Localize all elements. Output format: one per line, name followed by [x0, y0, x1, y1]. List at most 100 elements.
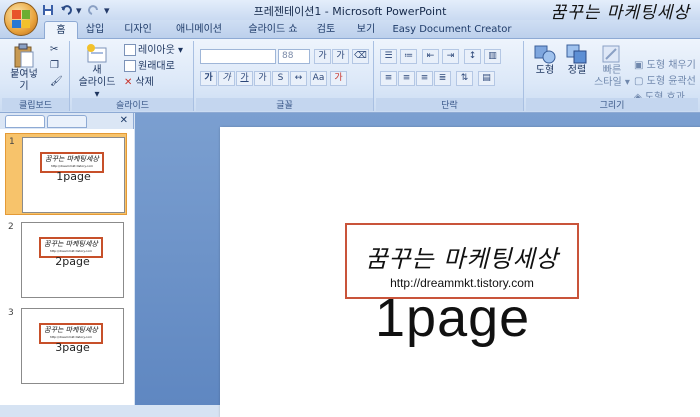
thumbnail-2[interactable]: 2 꿈꾸는 마케팅세상 http://dreammkt.tistory.com … [5, 219, 127, 301]
slides-group-label: 슬라이드 [72, 98, 193, 111]
strikethrough-icon[interactable]: 가 [254, 71, 271, 86]
font-group: 88 가 가 ⌫ 가 가 가 가 S ↔ Aa 가 글꼴 [196, 41, 374, 111]
font-color-icon[interactable]: 가 [330, 71, 347, 86]
new-slide-button[interactable]: 새 슬라이드 ▾ [76, 43, 118, 101]
shapes-button[interactable]: 도형 [530, 43, 560, 77]
shadow-icon[interactable]: S [272, 71, 289, 86]
tab-easy-document-creator[interactable]: Easy Document Creator [392, 21, 512, 39]
shape-outline-icon: ▢ [634, 76, 647, 87]
delete-button[interactable]: ✕ 삭제 [124, 76, 154, 90]
shapes-icon [533, 43, 557, 65]
reset-button[interactable]: 원래대로 [124, 60, 175, 74]
close-icon[interactable]: ✕ [120, 115, 128, 126]
thumbnail-brand-name: 꿈꾸는 마케팅세상 [45, 155, 99, 163]
ribbon-tabs: 홈 삽입 디자인 애니메이션 슬라이드 쇼 검토 보기 Easy Documen… [0, 20, 700, 39]
arrange-button[interactable]: 정렬 [562, 43, 592, 77]
quick-styles-button[interactable]: 빠른 스타일 ▾ [594, 43, 630, 89]
shape-fill-button[interactable]: ▣ 도형 채우기 [634, 59, 696, 73]
clipboard-group-label: 클립보드 [2, 98, 69, 111]
underline-icon[interactable]: 가 [236, 71, 253, 86]
shape-outline-button[interactable]: ▢ 도형 윤곽선 [634, 75, 696, 89]
font-group-label: 글꼴 [196, 98, 373, 111]
thumbnail-number: 2 [8, 222, 14, 232]
paste-button[interactable]: 붙여넣기 [6, 43, 42, 93]
slides-tab-icon[interactable] [5, 115, 45, 128]
align-center-icon[interactable]: ≡ [398, 71, 415, 86]
tab-view[interactable]: 보기 [352, 21, 380, 39]
thumbnail-brand-url: http://dreammkt.tistory.com [49, 249, 93, 253]
align-right-icon[interactable]: ≡ [416, 71, 433, 86]
layout-icon [124, 44, 136, 56]
decrease-indent-icon[interactable]: ⇤ [422, 49, 439, 64]
office-button[interactable] [4, 2, 38, 36]
line-spacing-icon[interactable]: ↕ [464, 49, 481, 64]
format-painter-icon[interactable]: 🖌 [50, 75, 63, 89]
thumbnail-slide: 꿈꾸는 마케팅세상 http://dreammkt.tistory.com 2p… [21, 222, 124, 298]
shape-fill-icon: ▣ [634, 60, 647, 71]
clipboard-group: 붙여넣기 ✂ ❐ 🖌 클립보드 [2, 41, 70, 111]
slide-editing-area: 꿈꾸는 마케팅세상 http://dreammkt.tistory.com 1p… [135, 113, 700, 417]
ribbon: 붙여넣기 ✂ ❐ 🖌 클립보드 새 슬라이드 ▾ 레이아웃 ▾ 원래대로 ✕ 삭제… [0, 39, 700, 113]
drawing-group: 도형 정렬 빠른 스타일 ▾ ▣ 도형 채우기 ▢ 도형 윤곽선 ◈ 도형 효과… [526, 41, 698, 111]
font-size-combo[interactable]: 88 [278, 49, 310, 64]
thumbnail-number: 1 [9, 137, 15, 147]
slides-group: 새 슬라이드 ▾ 레이아웃 ▾ 원래대로 ✕ 삭제 슬라이드 [72, 41, 194, 111]
tab-slideshow[interactable]: 슬라이드 쇼 [240, 21, 306, 39]
quick-styles-icon [600, 43, 624, 65]
paragraph-group-label: 단락 [376, 98, 523, 111]
font-name-combo[interactable] [200, 49, 276, 64]
paste-label: 붙여넣기 [10, 69, 38, 92]
quick-styles-label-2: 스타일 ▾ [594, 77, 630, 88]
copy-icon[interactable]: ❐ [50, 59, 59, 73]
thumbnail-3[interactable]: 3 꿈꾸는 마케팅세상 http://dreammkt.tistory.com … [5, 305, 127, 387]
shrink-font-icon[interactable]: 가 [332, 49, 349, 64]
tab-design[interactable]: 디자인 [118, 21, 158, 39]
thumbnail-list: 1 꿈꾸는 마케팅세상 http://dreammkt.tistory.com … [0, 129, 134, 405]
thumbnail-brand-name: 꿈꾸는 마케팅세상 [44, 240, 98, 248]
shapes-label: 도형 [535, 65, 555, 76]
grow-font-icon[interactable]: 가 [314, 49, 331, 64]
clipboard-icon [13, 43, 35, 69]
arrange-icon [565, 43, 589, 65]
align-text-icon[interactable]: ▤ [478, 71, 495, 86]
outline-tab-icon[interactable] [47, 115, 87, 128]
tab-animation[interactable]: 애니메이션 [168, 21, 230, 39]
current-slide[interactable]: 꿈꾸는 마케팅세상 http://dreammkt.tistory.com 1p… [220, 127, 700, 417]
bullets-icon[interactable]: ☰ [380, 49, 397, 64]
text-direction-icon[interactable]: ⇅ [456, 71, 473, 86]
clear-format-icon[interactable]: ⌫ [352, 49, 369, 64]
slide-brand-name: 꿈꾸는 마케팅세상 [365, 245, 559, 273]
char-spacing-icon[interactable]: ↔ [290, 71, 307, 86]
thumbnail-slide: 꿈꾸는 마케팅세상 http://dreammkt.tistory.com 3p… [21, 308, 124, 384]
thumbnail-number: 3 [8, 308, 14, 318]
reset-icon [124, 60, 136, 72]
office-logo-icon [12, 10, 30, 28]
quick-styles-label-1: 빠른 [602, 65, 622, 76]
italic-icon[interactable]: 가 [218, 71, 235, 86]
thumbnail-1[interactable]: 1 꿈꾸는 마케팅세상 http://dreammkt.tistory.com … [5, 133, 127, 215]
bold-icon[interactable]: 가 [200, 71, 217, 86]
arrange-label: 정렬 [567, 65, 587, 76]
cut-icon[interactable]: ✂ [50, 43, 58, 57]
thumbnail-page-label: 2page [55, 255, 90, 268]
justify-icon[interactable]: ≣ [434, 71, 451, 86]
panel-tabs: ✕ [3, 115, 131, 129]
tab-review[interactable]: 검토 [312, 21, 340, 39]
layout-button[interactable]: 레이아웃 ▾ [124, 44, 183, 58]
columns-icon[interactable]: ▥ [484, 49, 501, 64]
slide-page-label[interactable]: 1page [375, 287, 530, 349]
thumbnail-slide: 꿈꾸는 마케팅세상 http://dreammkt.tistory.com 1p… [22, 137, 125, 213]
tab-home[interactable]: 홈 [44, 21, 78, 39]
numbering-icon[interactable]: ≔ [400, 49, 417, 64]
thumbnail-brand-url: http://dreammkt.tistory.com [50, 164, 94, 168]
thumbnail-page-label: 3page [55, 341, 90, 354]
increase-indent-icon[interactable]: ⇥ [442, 49, 459, 64]
thumbnail-brand-name: 꿈꾸는 마케팅세상 [44, 326, 98, 334]
new-slide-icon [85, 43, 109, 65]
change-case-icon[interactable]: Aa [310, 71, 327, 86]
new-slide-label-1: 새 [92, 65, 102, 76]
paragraph-group: ☰ ≔ ⇤ ⇥ ↕ ▥ ≡ ≡ ≡ ≣ ⇅ ▤ 단락 [376, 41, 524, 111]
slides-panel: ✕ 1 꿈꾸는 마케팅세상 http://dreammkt.tistory.co… [0, 113, 134, 405]
align-left-icon[interactable]: ≡ [380, 71, 397, 86]
tab-insert[interactable]: 삽입 [80, 21, 110, 39]
